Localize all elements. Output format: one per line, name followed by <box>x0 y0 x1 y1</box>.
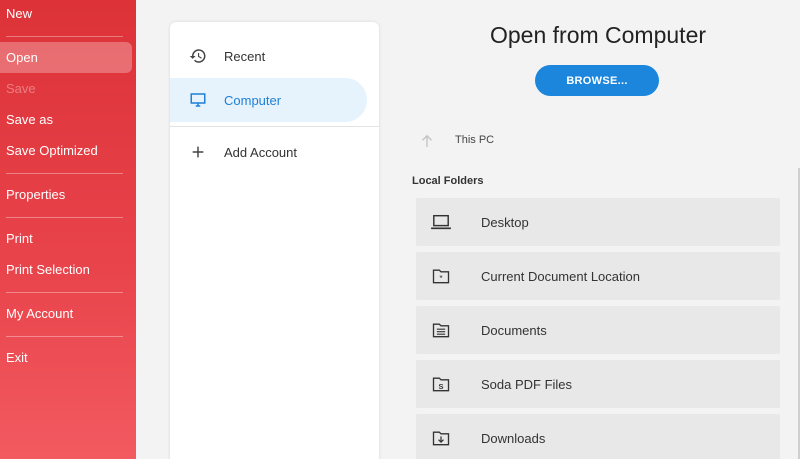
file-menu-sidebar: New Open Save Save as Save Optimized Pro… <box>0 0 136 459</box>
folder-label: Documents <box>481 322 547 338</box>
arrow-up-icon[interactable] <box>418 132 436 150</box>
folder-label: Current Document Location <box>481 268 640 284</box>
svg-text:S: S <box>438 382 443 391</box>
location-recent[interactable]: Recent <box>170 34 367 78</box>
folder-downloads[interactable]: Downloads <box>416 414 780 459</box>
folder-documents[interactable]: Documents <box>416 306 780 354</box>
folder-label: Soda PDF Files <box>481 376 573 392</box>
monitor-icon <box>188 90 208 110</box>
locations-panel: Recent Computer Add Account <box>170 22 379 459</box>
current-path: This PC <box>455 134 495 146</box>
menu-item-print[interactable]: Print <box>0 223 132 254</box>
menu-item-properties[interactable]: Properties <box>0 179 132 210</box>
folder-s-icon: S <box>430 373 452 395</box>
laptop-icon <box>430 211 452 233</box>
location-label: Add Account <box>224 144 297 160</box>
location-label: Recent <box>224 48 266 64</box>
location-add-account[interactable]: Add Account <box>170 130 367 174</box>
section-title: Local Folders <box>412 175 484 187</box>
plus-icon <box>188 142 208 162</box>
menu-item-save-optimized[interactable]: Save Optimized <box>0 135 132 166</box>
menu-divider <box>6 292 123 293</box>
location-computer[interactable]: Computer <box>170 78 367 122</box>
panel-divider <box>170 126 379 127</box>
page-title: Open from Computer <box>489 22 707 48</box>
menu-item-save-as[interactable]: Save as <box>0 104 132 135</box>
folder-desktop[interactable]: Desktop <box>416 198 780 246</box>
menu-item-exit[interactable]: Exit <box>0 342 132 373</box>
folder-star-icon: * <box>430 265 452 287</box>
folder-current-document-location[interactable]: * Current Document Location <box>416 252 780 300</box>
menu-item-print-selection[interactable]: Print Selection <box>0 254 132 285</box>
browse-button[interactable]: BROWSE... <box>535 65 659 96</box>
menu-divider <box>6 217 123 218</box>
svg-text:*: * <box>439 273 443 283</box>
menu-item-my-account[interactable]: My Account <box>0 298 132 329</box>
menu-item-open[interactable]: Open <box>0 42 132 73</box>
location-label: Computer <box>224 92 282 108</box>
folder-document-icon <box>430 319 452 341</box>
folder-soda-pdf-files[interactable]: S Soda PDF Files <box>416 360 780 408</box>
folder-label: Desktop <box>481 214 529 230</box>
folder-label: Downloads <box>481 430 546 446</box>
menu-divider <box>6 36 123 37</box>
menu-item-save: Save <box>6 81 36 96</box>
history-icon <box>188 46 208 66</box>
menu-item-new[interactable]: New <box>0 0 132 29</box>
folder-download-icon <box>430 427 452 449</box>
menu-divider <box>6 173 123 174</box>
menu-divider <box>6 336 123 337</box>
